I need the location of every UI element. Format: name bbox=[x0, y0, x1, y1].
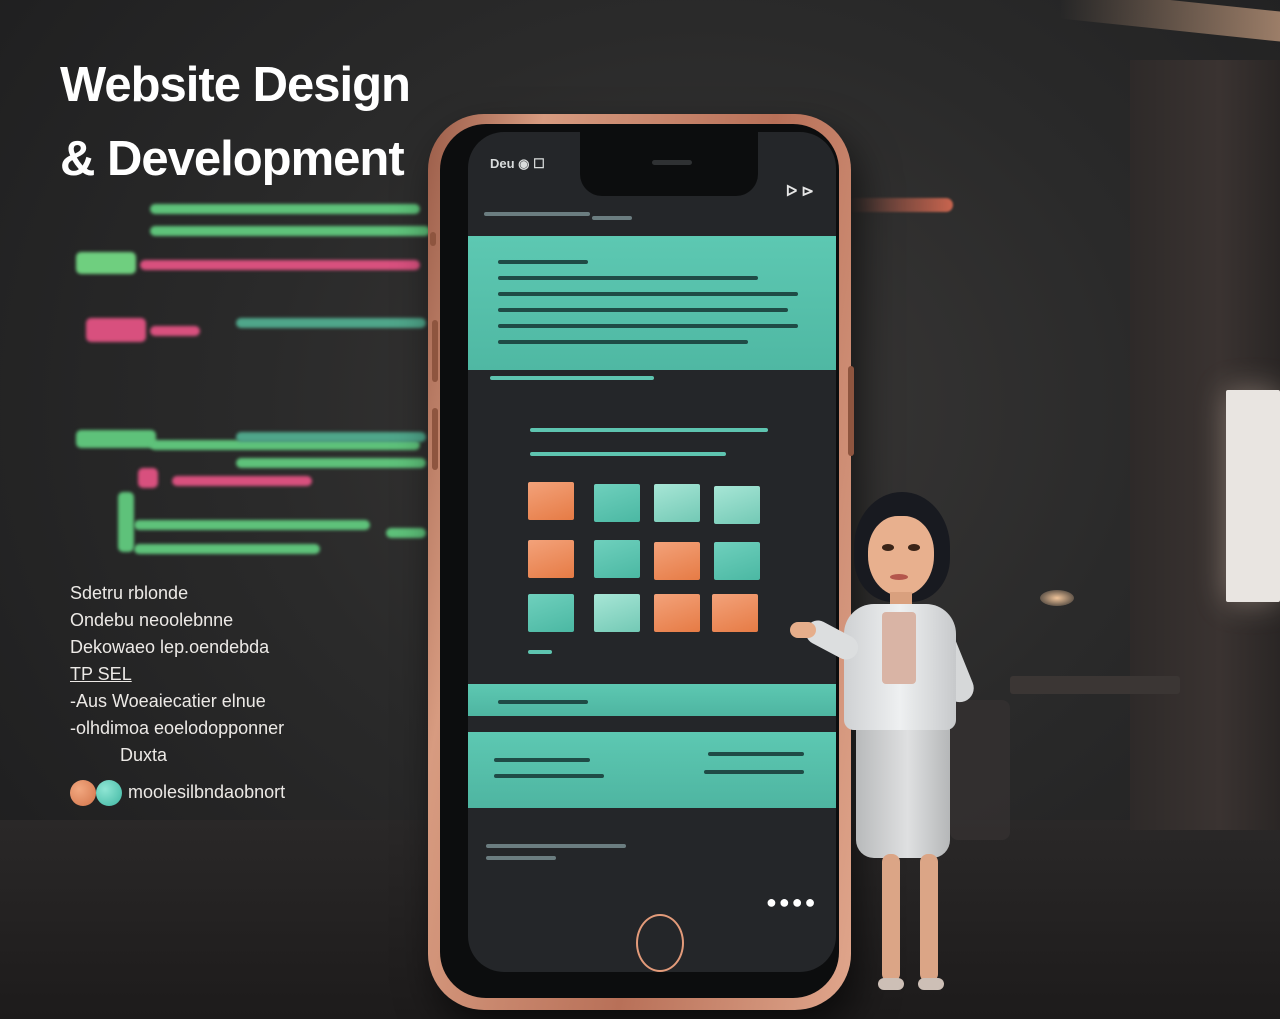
hero-text bbox=[498, 324, 798, 328]
description-line: Ondebu neoolebnne bbox=[70, 610, 234, 630]
lamp-glow bbox=[1040, 590, 1074, 606]
section-title bbox=[530, 428, 768, 432]
figure-shoe bbox=[918, 978, 944, 990]
content-band bbox=[468, 684, 836, 716]
code-line bbox=[386, 528, 426, 538]
caption bbox=[528, 650, 552, 654]
figure-shoe bbox=[878, 978, 904, 990]
heading-line-2: & Development bbox=[60, 132, 405, 186]
decorative-line bbox=[848, 198, 953, 212]
description-line: -Aus Woeaiecatier elnue bbox=[70, 691, 266, 711]
code-line bbox=[236, 432, 426, 442]
code-line bbox=[134, 520, 370, 530]
phone-notch bbox=[580, 132, 758, 196]
table bbox=[1010, 676, 1180, 694]
gallery-tile[interactable] bbox=[714, 542, 760, 580]
hero-text bbox=[498, 276, 758, 280]
band-text bbox=[704, 770, 804, 774]
code-line bbox=[172, 476, 312, 486]
code-line bbox=[118, 492, 134, 552]
figure-skirt bbox=[856, 710, 950, 858]
hero-text bbox=[498, 308, 788, 312]
hero-banner bbox=[468, 236, 836, 370]
phone-screen: Deu ◉ ☐ ᐅ ⊳ ◎ ··· ⊟ ●●●● bbox=[468, 132, 836, 972]
status-bar-right: ᐅ ⊳ bbox=[785, 183, 814, 200]
code-line bbox=[76, 252, 136, 274]
presenter-figure bbox=[790, 488, 1010, 1008]
orange-circle-icon bbox=[70, 779, 96, 806]
figure-lips bbox=[890, 574, 908, 580]
gallery-tile[interactable] bbox=[528, 540, 574, 578]
section-subtitle bbox=[530, 452, 726, 456]
description-block: Sdetru rblonde Ondebu neoolebnne Dekowae… bbox=[70, 580, 285, 806]
heading-line-1: Website Design bbox=[60, 58, 411, 112]
figure-eye bbox=[882, 544, 894, 551]
code-line bbox=[86, 318, 146, 342]
ceiling-light bbox=[1060, 0, 1280, 42]
hero-text bbox=[498, 340, 748, 344]
gallery-tile[interactable] bbox=[712, 594, 758, 632]
gallery-tile[interactable] bbox=[594, 594, 640, 632]
band-text bbox=[494, 774, 604, 778]
teal-circle-icon bbox=[96, 779, 122, 806]
code-line bbox=[140, 260, 420, 270]
gallery-tile[interactable] bbox=[654, 484, 700, 522]
description-line: Sdetru rblonde bbox=[70, 583, 189, 603]
power-button bbox=[848, 366, 854, 456]
home-button[interactable] bbox=[636, 914, 684, 972]
figure-leg bbox=[882, 854, 900, 982]
hero-text bbox=[498, 292, 798, 296]
phone-side-button bbox=[430, 232, 436, 246]
band-text bbox=[494, 758, 590, 762]
description-line: -olhdimoa eoelodopponner bbox=[70, 718, 285, 738]
description-line: Dekowaeo lep.oendebda bbox=[70, 637, 270, 657]
figure-eye bbox=[908, 544, 920, 551]
gallery-tile[interactable] bbox=[654, 542, 700, 580]
gallery-tile[interactable] bbox=[594, 484, 640, 522]
gallery-tile[interactable] bbox=[528, 594, 574, 632]
figure-hand bbox=[790, 622, 816, 638]
figure-face bbox=[868, 516, 934, 596]
code-line bbox=[134, 544, 320, 554]
footer-text bbox=[486, 856, 556, 860]
gallery-tile[interactable] bbox=[654, 594, 700, 632]
description-line: Duxta bbox=[120, 745, 168, 765]
status-bar-left: Deu ◉ ☐ bbox=[490, 156, 545, 171]
band-text bbox=[498, 700, 588, 704]
code-line bbox=[138, 468, 158, 488]
code-line bbox=[150, 326, 200, 336]
code-line bbox=[150, 204, 420, 214]
contact-text[interactable]: moolesilbndaobnort bbox=[128, 779, 285, 806]
footer-text bbox=[486, 844, 626, 848]
nav-link[interactable] bbox=[592, 216, 632, 220]
contact-row: moolesilbndaobnort bbox=[70, 779, 285, 806]
description-line: TP SEL bbox=[70, 664, 132, 684]
hero-text bbox=[498, 260, 588, 264]
figure-leg bbox=[920, 854, 938, 982]
content-band bbox=[468, 732, 836, 808]
volume-down-button bbox=[432, 408, 438, 470]
page-heading: Website Design & Development bbox=[60, 48, 411, 196]
section-title bbox=[490, 376, 654, 380]
gallery-tile[interactable] bbox=[528, 482, 574, 520]
speaker-icon bbox=[652, 160, 692, 165]
code-line bbox=[236, 318, 426, 328]
code-line bbox=[236, 458, 426, 468]
code-line bbox=[150, 226, 430, 236]
gallery-tile[interactable] bbox=[714, 486, 760, 524]
volume-up-button bbox=[432, 320, 438, 382]
gallery-tile[interactable] bbox=[594, 540, 640, 578]
code-line bbox=[76, 430, 156, 448]
nav-link[interactable] bbox=[484, 212, 590, 216]
figure-blouse bbox=[882, 612, 916, 684]
whiteboard bbox=[1226, 390, 1280, 602]
